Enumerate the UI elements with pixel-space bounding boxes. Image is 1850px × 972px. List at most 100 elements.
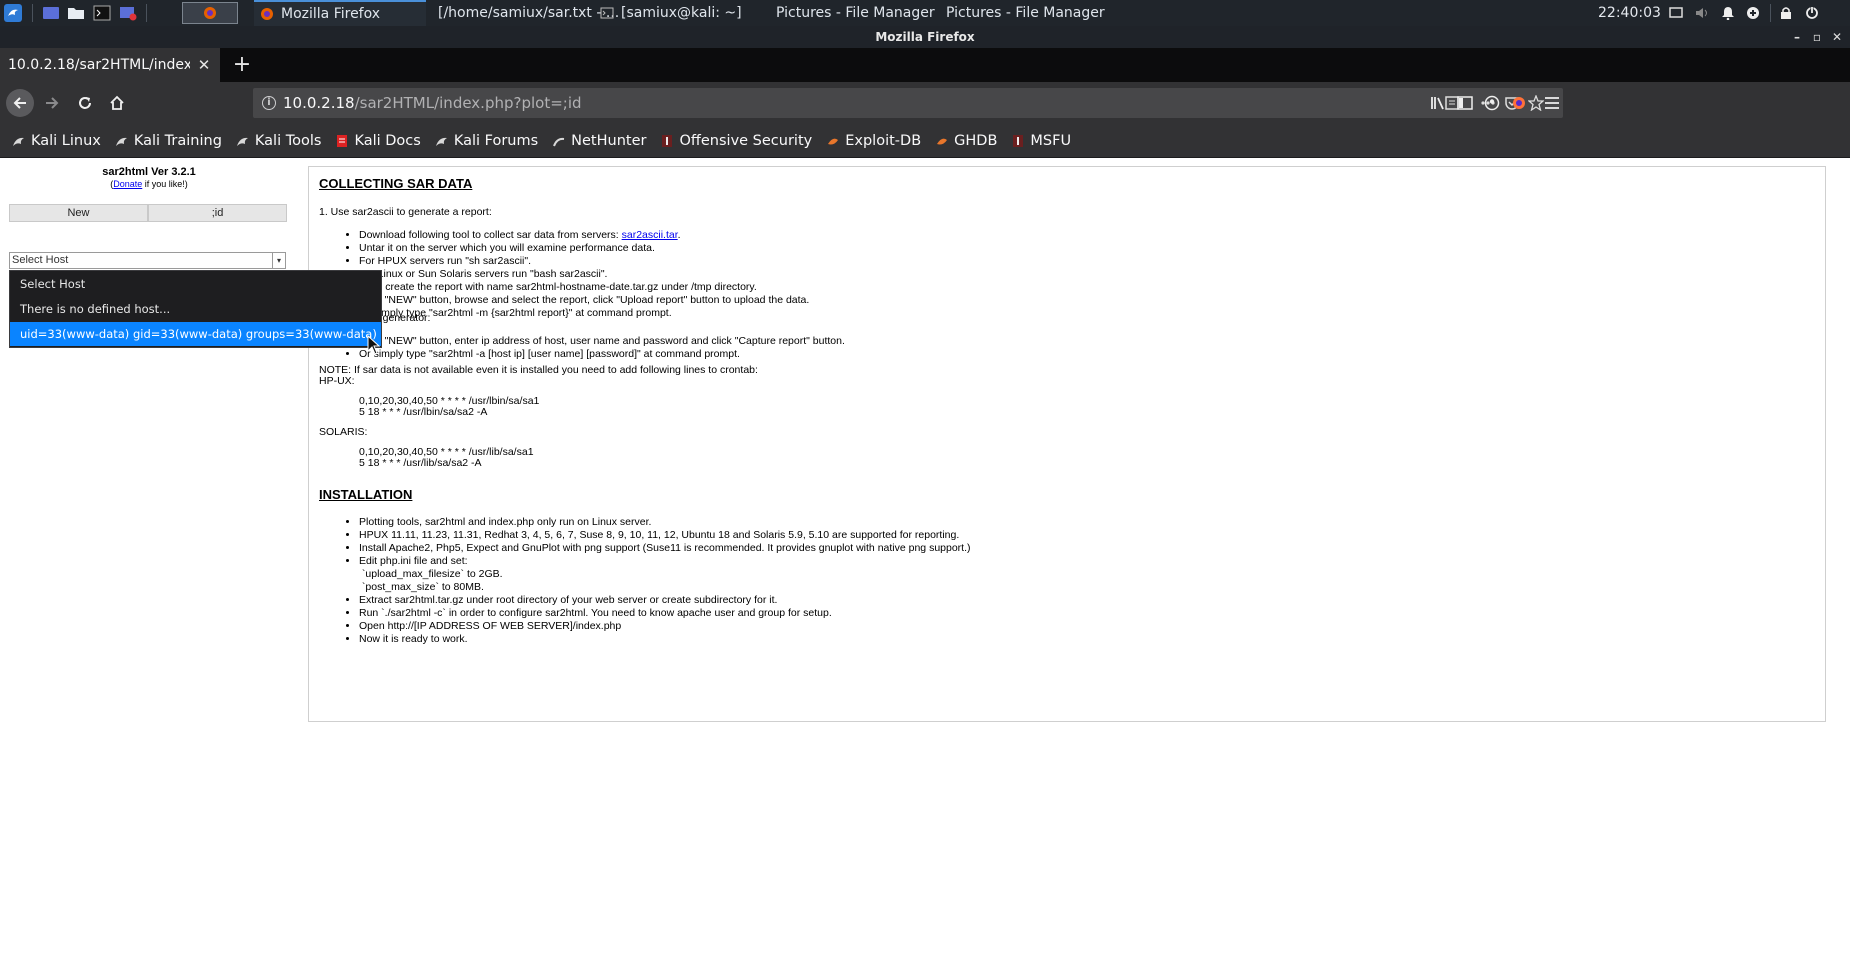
crontab-note: NOTE: If sar data is not available even … [319,364,758,376]
dropdown-option[interactable]: Select Host [10,272,381,296]
bookmark-label: Exploit-DB [845,132,922,149]
kali-dragon-icon [115,137,127,146]
bookmark-kali-linux[interactable]: Kali Linux [12,133,101,149]
task-file-manager-1[interactable]: Pictures - File Manager [763,0,935,26]
list-item: Click "NEW" button, enter ip address of … [359,335,845,348]
terminal-icon [600,7,614,19]
list-item: Extract sar2html.tar.gz under root direc… [359,594,971,607]
host-select-value: Select Host [12,254,69,266]
bookmark-label: GHDB [954,132,998,149]
bookmark-nethunter[interactable]: NetHunter [552,133,646,149]
hpux-label: HP-UX: [319,375,355,387]
window-title: Mozilla Firefox [875,30,975,44]
bookmarks-toolbar: Kali Linux Kali Training Kali Tools Kali… [0,124,1850,158]
id-button[interactable]: ;id [148,204,287,222]
back-button[interactable] [6,89,34,117]
list-item: Plotting tools, sar2html and index.php o… [359,516,971,529]
url-bar[interactable]: i 10.0.2.18/sar2HTML/index.php?plot=;id [253,88,1563,118]
app-title: sar2html Ver 3.2.1 [102,166,196,178]
dropdown-option[interactable]: There is no defined host... [10,297,381,321]
task-firefox[interactable]: Mozilla Firefox [254,0,426,26]
bookmark-ghdb[interactable]: GHDB [935,133,997,149]
bookmark-label: Kali Forums [453,132,539,149]
task-terminal[interactable]: [samiux@kali: ~] [594,0,754,26]
separator [32,4,33,22]
task-label: Mozilla Firefox [281,6,381,22]
window-titlebar[interactable]: Mozilla Firefox – ▫ ✕ [0,26,1850,48]
exploitdb-icon [828,138,839,144]
donate-link[interactable]: Donate [113,179,142,189]
step2-list: Click "NEW" button, enter ip address of … [359,335,845,361]
account-icon[interactable] [1478,89,1506,117]
close-icon[interactable]: ✕ [1830,29,1844,45]
bookmark-kali-tools[interactable]: Kali Tools [236,132,322,149]
task-label: Pictures - File Manager [946,5,1105,21]
host-dropdown-list: Select Host There is no defined host... … [9,270,382,348]
list-item-sub: `post_max_size` to 80MB. [361,581,484,593]
bookmark-kali-forums[interactable]: Kali Forums [435,133,538,149]
forward-button[interactable] [38,89,66,117]
separator [1770,4,1771,22]
dropdown-option-selected[interactable]: uid=33(www-data) gid=33(www-data) groups… [10,322,381,346]
task-label: [samiux@kali: ~] [621,5,742,21]
library-icon[interactable] [1424,89,1452,117]
sar2ascii-link[interactable]: sar2ascii.tar [622,229,678,241]
home-icon [110,95,124,110]
network-icon[interactable] [1745,5,1761,21]
task-label: [/home/samiux/sar.txt - ... [438,5,620,21]
screenshot-icon[interactable] [117,3,139,23]
clock[interactable]: 22:40:03 [1598,0,1661,26]
list-item: Now it is ready to work. [359,633,971,646]
solaris-line: 5 18 * * * /usr/lib/sa/sa2 -A [359,457,482,469]
notifications-icon[interactable] [1720,5,1736,21]
bookmark-msfu[interactable]: MSFU [1011,133,1071,149]
tab-close-icon[interactable]: ✕ [196,57,212,73]
display-icon[interactable] [1668,5,1684,21]
home-button[interactable] [103,89,131,117]
tab-current[interactable]: 10.0.2.18/sar2HTML/index.p ✕ [0,48,220,82]
collecting-heading: COLLECTING SAR DATA [319,176,473,191]
bookmark-label: Kali Tools [254,132,322,149]
kali-docs-icon [337,134,348,147]
new-tab-button[interactable]: + [230,53,254,77]
page-content: sar2html Ver 3.2.1 (Donate if you like!)… [0,158,1850,972]
bookmark-label: Offensive Security [679,132,813,149]
bookmark-kali-training[interactable]: Kali Training [115,133,222,149]
reload-button[interactable] [71,89,99,117]
bookmark-kali-docs[interactable]: Kali Docs [335,133,421,149]
sidebar-icon[interactable] [1451,89,1479,117]
minimize-icon[interactable]: – [1790,29,1804,45]
maximize-icon[interactable]: ▫ [1810,29,1824,45]
kali-menu-icon[interactable] [2,3,24,23]
menu-icon[interactable] [1538,89,1566,117]
offsec-icon [1013,134,1024,147]
lock-icon[interactable] [1778,5,1794,21]
list-item: It will create the report with name sar2… [359,281,809,294]
bookmark-exploit-db[interactable]: Exploit-DB [826,133,921,149]
host-select[interactable]: Select Host ▾ [9,252,286,269]
bookmark-label: Kali Linux [31,132,101,149]
chevron-down-icon[interactable]: ▾ [272,253,285,268]
tab-strip: 10.0.2.18/sar2HTML/index.p ✕ + [0,48,1850,82]
kali-dragon-icon [13,137,24,146]
terminal-icon[interactable] [91,3,113,23]
hpux-line: 5 18 * * * /usr/lbin/sa/sa2 -A [359,406,488,418]
taskbar: Mozilla Firefox [/home/samiux/sar.txt - … [0,0,1850,26]
task-editor[interactable]: [/home/samiux/sar.txt - ... [425,0,619,26]
list-item: For HPUX servers run "sh sar2ascii". [359,255,809,268]
task-file-manager-2[interactable]: Pictures - File Manager [933,0,1105,26]
info-panel: COLLECTING SAR DATA 1. Use sar2ascii to … [308,166,1826,722]
list-item: Open http://[IP ADDRESS OF WEB SERVER]/i… [359,620,971,633]
site-info-icon[interactable]: i [262,96,276,110]
back-arrow-icon [13,97,26,109]
desktop-icon[interactable] [40,3,62,23]
workspace-switcher[interactable] [182,2,238,24]
list-item: Run `./sar2html -c` in order to configur… [359,607,971,620]
extension-icon[interactable] [1505,89,1533,117]
list-item: Untar it on the server which you will ex… [359,242,809,255]
bookmark-offensive-security[interactable]: Offensive Security [660,133,812,149]
volume-icon[interactable] [1694,5,1710,21]
logout-icon[interactable] [1804,5,1820,21]
new-button[interactable]: New [9,204,148,222]
file-manager-icon[interactable] [65,3,87,23]
